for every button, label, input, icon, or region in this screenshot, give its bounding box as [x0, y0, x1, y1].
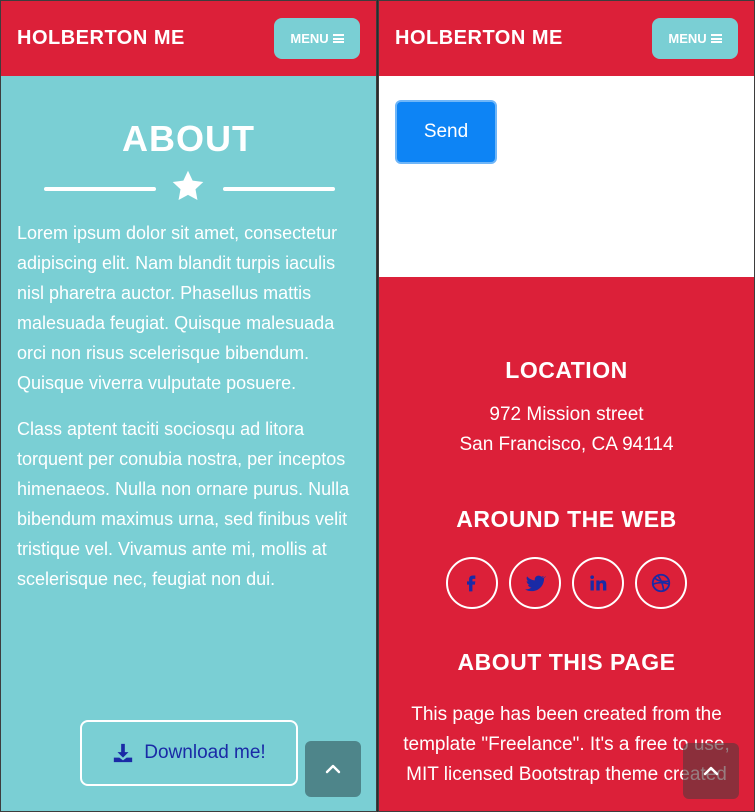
chevron-up-icon: [325, 764, 341, 774]
dribbble-icon: [651, 573, 671, 593]
twitter-icon: [524, 575, 546, 592]
about-this-page-title: ABOUT THIS PAGE: [457, 649, 676, 675]
divider-line-left: [44, 187, 156, 191]
hamburger-icon: [332, 34, 344, 43]
star-icon: [172, 170, 204, 200]
navbar: HOLBERTON ME MENU: [379, 1, 754, 76]
about-paragraph-2: Class aptent taciti sociosqu ad litora t…: [17, 419, 350, 589]
divider-line-right: [223, 187, 335, 191]
scroll-to-top-button[interactable]: [305, 741, 361, 797]
address-line-1: 972 Mission street: [489, 404, 644, 425]
menu-label: MENU: [668, 31, 707, 46]
brand-logo[interactable]: HOLBERTON ME: [17, 27, 185, 50]
facebook-icon: [467, 575, 476, 592]
around-the-web-title: AROUND THE WEB: [456, 506, 677, 532]
about-paragraph-1: Lorem ipsum dolor sit amet, consectetur …: [17, 223, 338, 393]
address-line-2: San Francisco, CA 94114: [459, 434, 674, 455]
download-button[interactable]: Download me!: [80, 720, 298, 786]
scroll-to-top-button[interactable]: [683, 743, 739, 799]
about-title: ABOUT: [122, 118, 255, 159]
menu-button[interactable]: MENU: [652, 18, 738, 59]
right-viewport: HOLBERTON ME MENU Send LOCATION 972 Miss…: [378, 0, 755, 812]
menu-button[interactable]: MENU: [274, 18, 360, 59]
dribbble-link[interactable]: [635, 557, 687, 609]
download-icon: [114, 743, 133, 763]
contact-form: Send: [379, 76, 754, 277]
address: 972 Mission street San Francisco, CA 941…: [379, 400, 754, 460]
about-section: ABOUT Lorem ipsum dolor sit amet, consec…: [1, 118, 376, 594]
left-viewport: HOLBERTON ME MENU ABOUT Lorem ipsum dolo…: [0, 0, 377, 812]
footer: LOCATION 972 Mission street San Francisc…: [379, 357, 754, 790]
linkedin-link[interactable]: [572, 557, 624, 609]
navbar: HOLBERTON ME MENU: [1, 1, 376, 76]
about-text: Lorem ipsum dolor sit amet, consectetur …: [1, 218, 376, 594]
facebook-link[interactable]: [446, 557, 498, 609]
send-button[interactable]: Send: [395, 100, 497, 164]
star-divider: [1, 168, 376, 204]
hamburger-icon: [710, 34, 722, 43]
linkedin-icon: [590, 575, 607, 591]
twitter-link[interactable]: [509, 557, 561, 609]
brand-logo[interactable]: HOLBERTON ME: [395, 27, 563, 50]
social-links: [379, 557, 754, 609]
menu-label: MENU: [290, 31, 329, 46]
chevron-up-icon: [703, 766, 719, 776]
location-title: LOCATION: [505, 357, 628, 383]
download-label: Download me!: [144, 742, 266, 763]
